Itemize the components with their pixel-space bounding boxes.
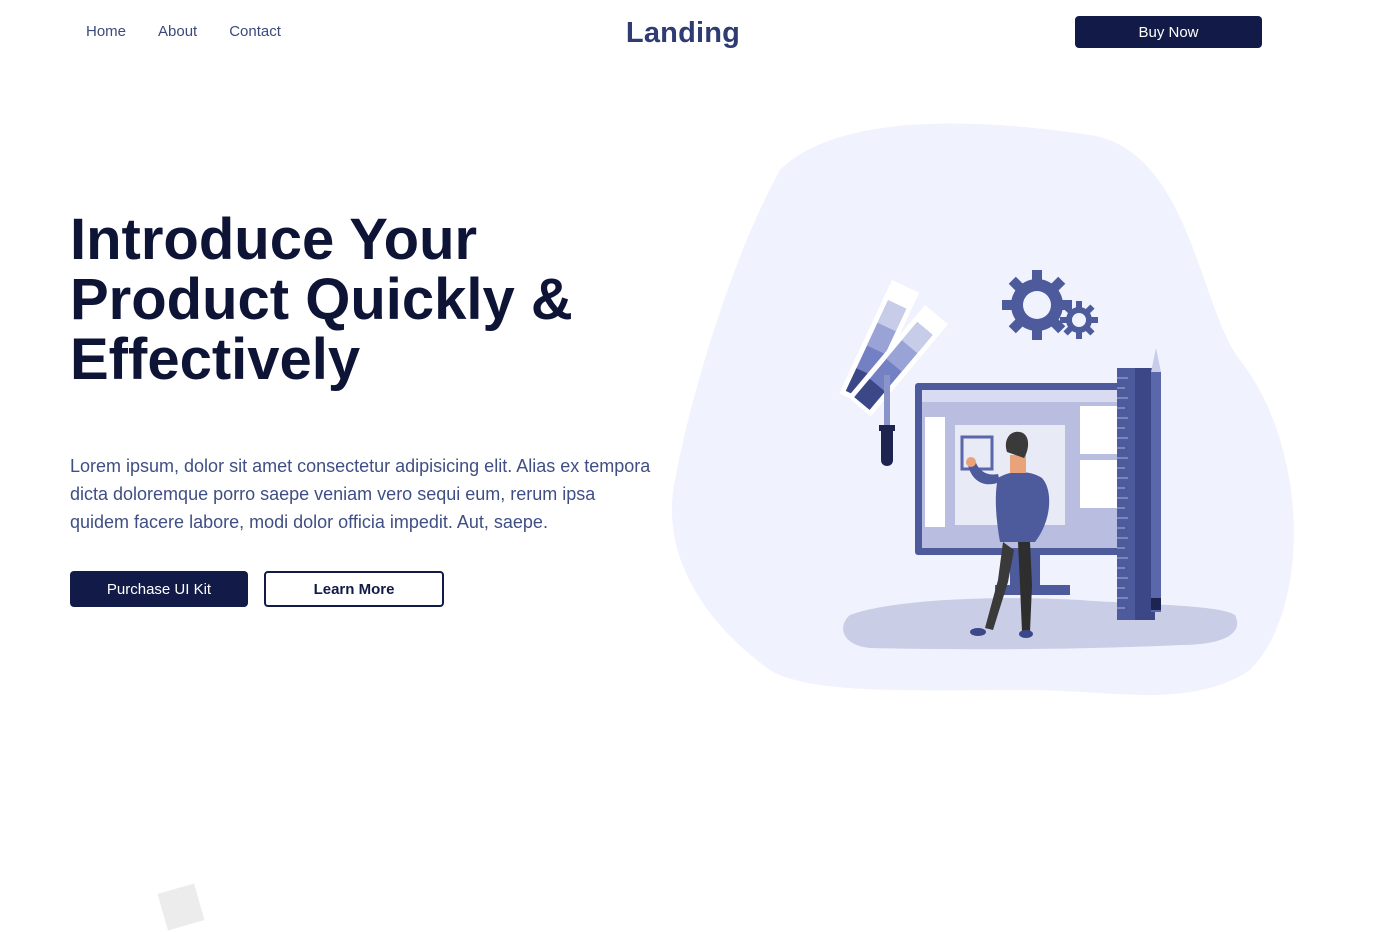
- decorative-square: [157, 883, 205, 931]
- landing-page: Home About Contact Landing Buy Now Intro…: [0, 0, 1373, 932]
- hero-description: Lorem ipsum, dolor sit amet consectetur …: [70, 456, 651, 532]
- learn-more-button[interactable]: Learn More: [264, 571, 444, 607]
- hero-title-line: Effectively: [70, 327, 361, 392]
- ruler-icon: [1117, 368, 1155, 620]
- hero-title-line: Introduce Your: [70, 207, 478, 272]
- hero-illustration: [671, 123, 1294, 696]
- pencil-icon: [1151, 348, 1161, 612]
- floor-shadow: [843, 598, 1238, 650]
- buy-now-button[interactable]: Buy Now: [1075, 16, 1262, 48]
- top-nav: Home About Contact Landing Buy Now: [0, 0, 1373, 64]
- hero-title: Introduce Your Product Quickly & Effecti…: [70, 210, 670, 390]
- hero-title-line: Product Quickly &: [70, 267, 573, 332]
- purchase-ui-kit-button[interactable]: Purchase UI Kit: [70, 571, 248, 607]
